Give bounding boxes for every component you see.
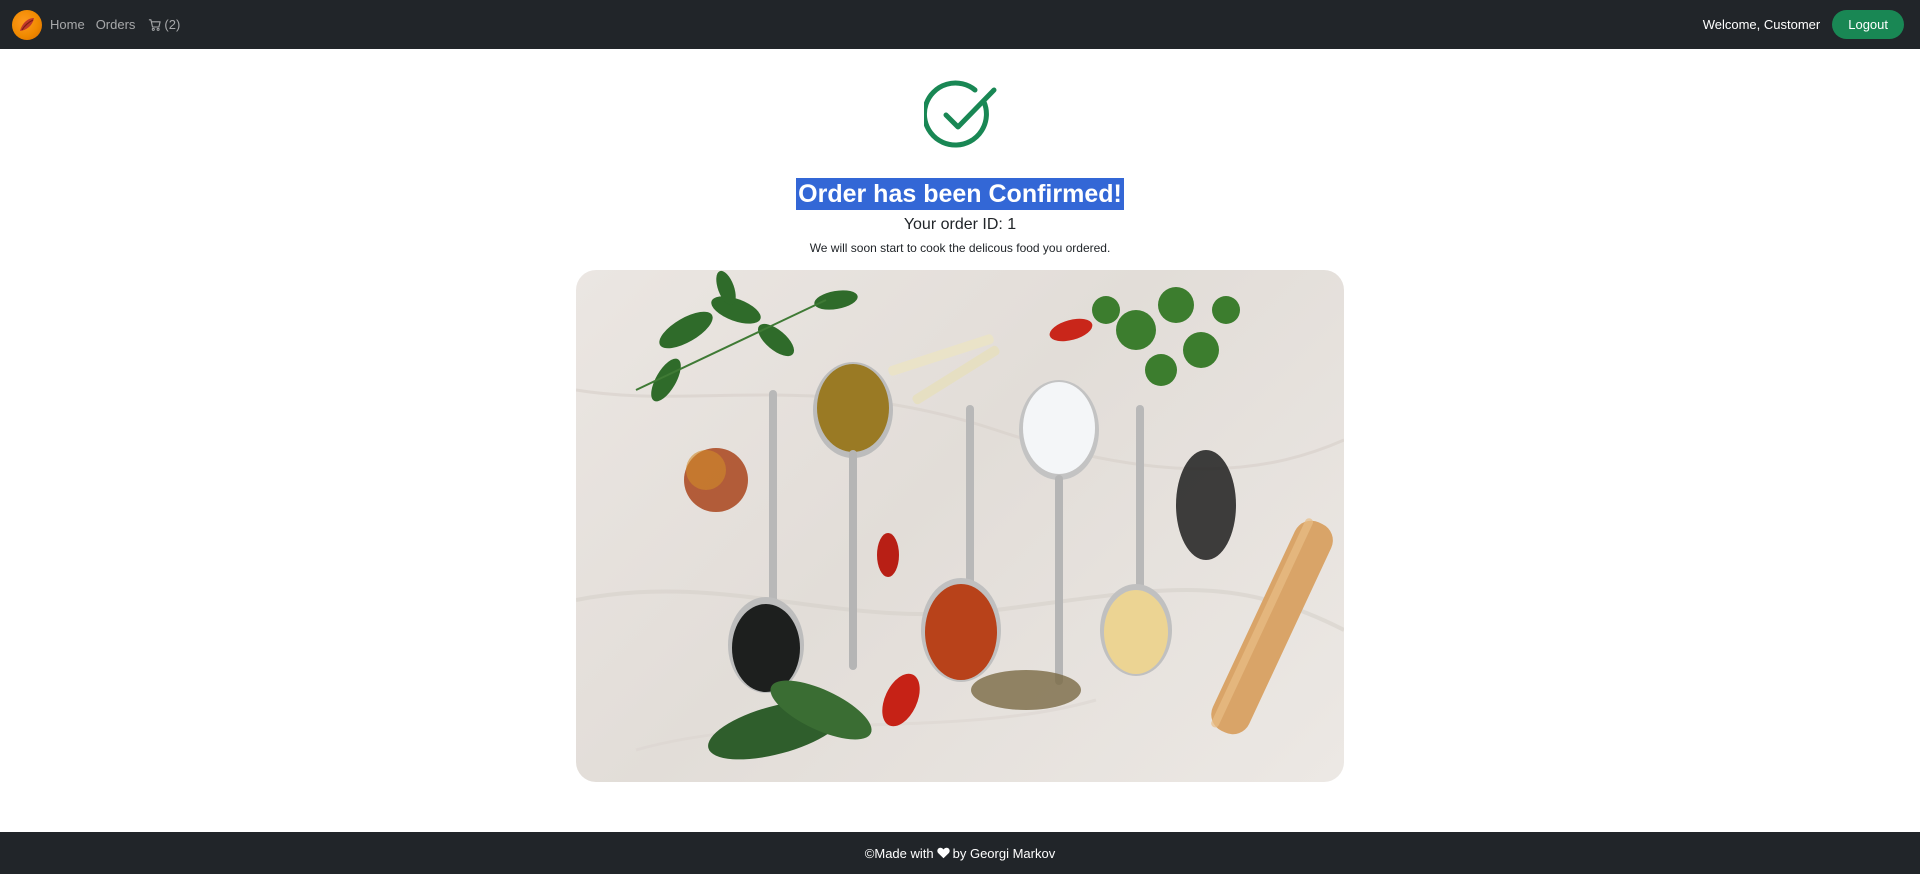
nav-link-home[interactable]: Home — [50, 17, 85, 32]
cart-icon — [149, 18, 162, 31]
order-id: Your order ID: 1 — [903, 216, 1017, 233]
footer: ©Made with by Georgi Markov — [0, 832, 1920, 874]
check-circle-icon — [921, 80, 998, 154]
nav-link-orders[interactable]: Orders — [96, 17, 136, 32]
nav-right: Welcome, Customer Logout — [1703, 10, 1908, 39]
nav-link-cart[interactable]: (2) — [148, 17, 180, 32]
spices-image — [576, 270, 1344, 782]
welcome-text: Welcome, Customer — [1702, 17, 1821, 32]
logo-icon[interactable] — [12, 9, 42, 40]
order-confirmation: Order has been Confirmed! Your order ID:… — [0, 49, 1920, 832]
footer-suffix: by Georgi Markov — [952, 845, 1056, 861]
cart-count: (2) — [164, 17, 181, 32]
confirmation-message: We will soon start to cook the delicous … — [809, 241, 1111, 255]
page-title: Order has been Confirmed! — [0, 173, 1920, 210]
logout-button[interactable]: Logout — [1832, 10, 1904, 39]
navbar: Home Orders (2) Welcome, Customer Logout — [0, 0, 1920, 49]
footer-prefix: ©Made with — [864, 845, 934, 861]
page-title-text: Order has been Confirmed! — [796, 178, 1124, 210]
heart-icon — [936, 847, 950, 859]
